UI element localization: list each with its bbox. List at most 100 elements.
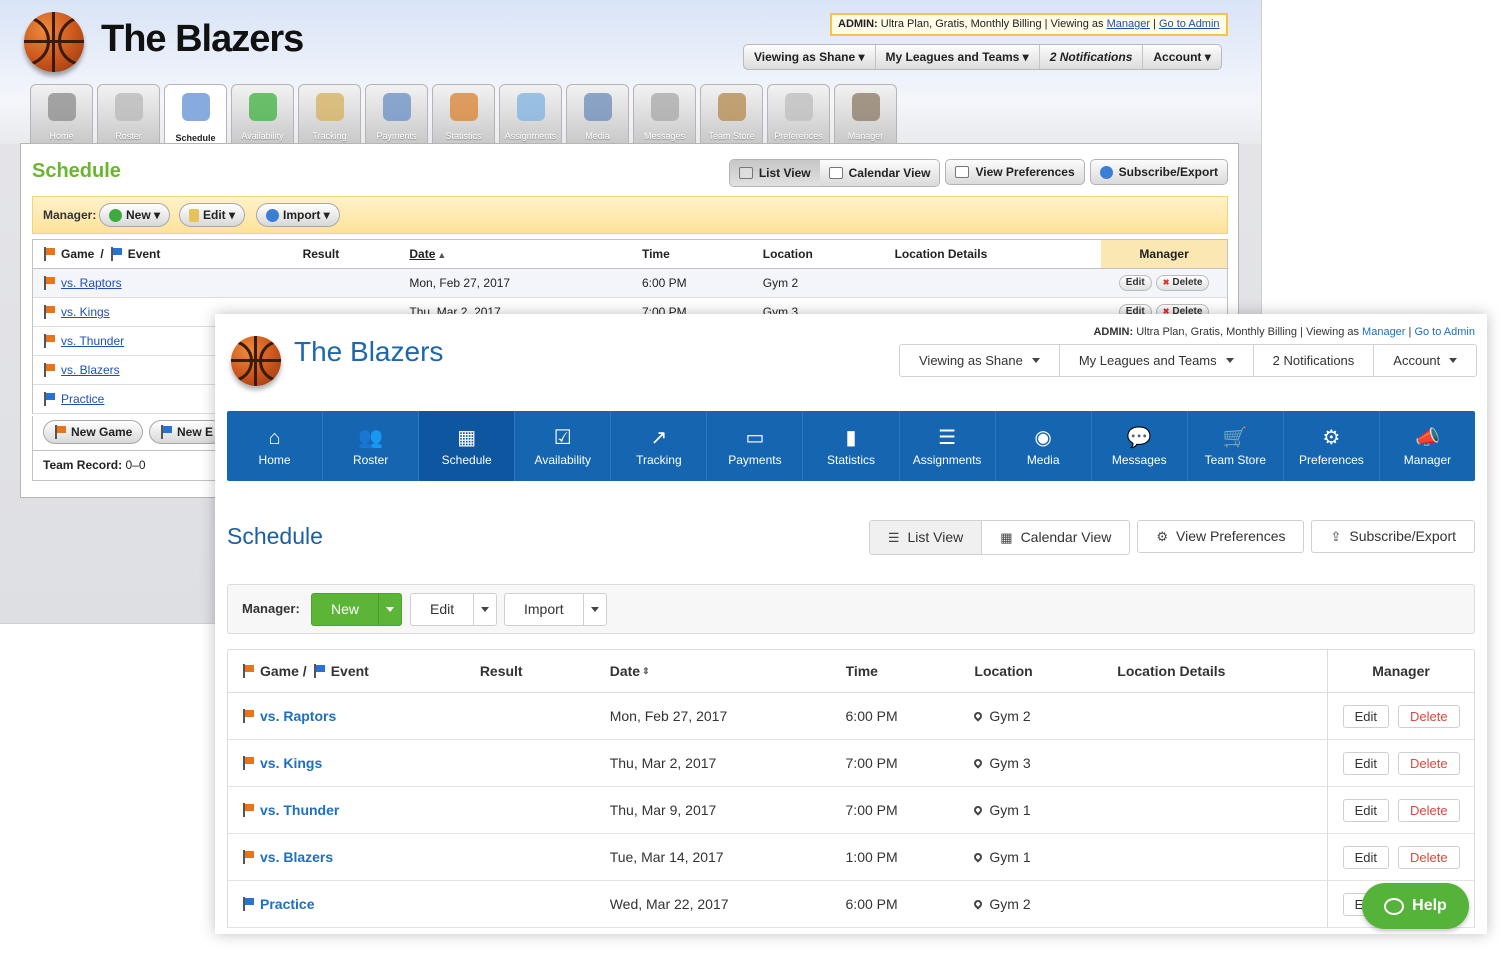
row-name-link[interactable]: vs. Kings (260, 755, 322, 771)
tab-manager[interactable]: Manager (834, 84, 897, 143)
nav-item-assignments[interactable]: ☰ Assignments (900, 411, 996, 481)
nav-item-label: Manager (1403, 453, 1452, 467)
tab-roster[interactable]: Roster (97, 84, 160, 143)
nav-item-roster[interactable]: 👥 Roster (323, 411, 420, 481)
row-name-link[interactable]: Practice (61, 385, 104, 413)
row-manager-cell: Edit Delete (1327, 740, 1474, 786)
row-delete-button[interactable]: Delete (1397, 704, 1460, 728)
row-name-link[interactable]: vs. Raptors (260, 708, 336, 724)
edit-button[interactable]: Edit (411, 594, 473, 625)
header-date[interactable]: Date ▲ (409, 240, 642, 268)
viewing-as-menu[interactable]: Viewing as Shane ▾ (744, 45, 876, 69)
row-delete-button[interactable]: ✖ Delete (1155, 275, 1210, 291)
go-to-admin-link[interactable]: Go to Admin (1414, 326, 1475, 338)
tab-statistics[interactable]: Statistics (432, 84, 495, 143)
help-button[interactable]: Help (1362, 883, 1469, 929)
tab-availability[interactable]: Availability (231, 84, 294, 143)
team-store-icon (718, 93, 746, 121)
account-menu[interactable]: Account ▾ (1143, 45, 1220, 69)
notifications-menu[interactable]: 2 Notifications (1040, 45, 1144, 69)
row-name-link[interactable]: vs. Blazers (61, 356, 120, 384)
event-flag-icon (160, 425, 172, 439)
tab-team-store[interactable]: Team Store (700, 84, 763, 143)
import-dropdown-toggle[interactable] (582, 594, 606, 625)
nav-item-home[interactable]: ⌂ Home (227, 411, 324, 481)
view-preferences-label: View Preferences (975, 165, 1075, 179)
new-dropdown-toggle[interactable] (378, 594, 401, 625)
calendar-view-label: Calendar View (1020, 529, 1112, 545)
nav-item-availability[interactable]: ☑ Availability (515, 411, 612, 481)
row-name-link[interactable]: vs. Thunder (260, 802, 339, 818)
calendar-view-button[interactable]: ▦ Calendar View (981, 521, 1130, 554)
row-edit-button[interactable]: Edit (1342, 845, 1389, 869)
account-menu[interactable]: Account (1374, 345, 1476, 376)
nav-item-team-store[interactable]: 🛒 Team Store (1188, 411, 1284, 481)
row-delete-button[interactable]: Delete (1397, 845, 1460, 869)
row-name-link[interactable]: vs. Raptors (61, 269, 122, 297)
map-pin-icon (974, 898, 985, 910)
nav-item-tracking[interactable]: ↗ Tracking (611, 411, 708, 481)
row-manager-cell: Edit Delete (1327, 693, 1474, 739)
edit-button[interactable]: Edit ▾ (179, 203, 246, 227)
import-button[interactable]: Import (505, 594, 583, 625)
edit-dropdown-toggle[interactable] (473, 594, 496, 625)
admin-manager-link[interactable]: Manager (1362, 326, 1405, 338)
view-buttons: List View Calendar View View Preferences… (728, 159, 1228, 187)
nav-item-schedule[interactable]: ▦ Schedule (419, 411, 516, 481)
calendar-view-button[interactable]: Calendar View (819, 160, 940, 186)
row-edit-button[interactable]: Edit (1118, 275, 1152, 291)
row-edit-button[interactable]: Edit (1342, 704, 1389, 728)
new-game-button[interactable]: New Game (43, 420, 144, 444)
admin-prefix: ADMIN: (1093, 326, 1134, 338)
row-location-details-cell (1117, 693, 1327, 739)
admin-manager-link[interactable]: Manager (1107, 18, 1150, 30)
edit-split-button[interactable]: Edit (410, 593, 498, 626)
row-name-link[interactable]: vs. Blazers (260, 849, 333, 865)
leagues-teams-menu[interactable]: My Leagues and Teams (1060, 345, 1254, 376)
tab-assignments[interactable]: Assignments (499, 84, 562, 143)
import-split-button[interactable]: Import (504, 593, 607, 626)
viewing-as-menu[interactable]: Viewing as Shane (900, 345, 1060, 376)
new-event-button[interactable]: New E (149, 420, 225, 444)
import-icon (266, 208, 279, 222)
header-date[interactable]: Date ⇕ (610, 650, 846, 692)
import-button[interactable]: Import ▾ (256, 203, 340, 227)
tab-messages[interactable]: Messages (633, 84, 696, 143)
list-view-button[interactable]: List View (729, 160, 820, 186)
subscribe-export-button[interactable]: Subscribe/Export (1089, 159, 1228, 185)
tab-home[interactable]: Home (30, 84, 93, 143)
row-edit-button[interactable]: Edit (1342, 751, 1389, 775)
nav-item-preferences[interactable]: ⚙ Preferences (1284, 411, 1380, 481)
new-split-button[interactable]: New (311, 593, 403, 626)
subscribe-export-button[interactable]: ⇪ Subscribe/Export (1311, 520, 1475, 553)
new-button[interactable]: New ▾ (99, 203, 171, 227)
tab-media[interactable]: Media (566, 84, 629, 143)
row-time-cell: 6:00 PM (845, 896, 898, 912)
row-name-link[interactable]: vs. Kings (61, 298, 110, 326)
nav-item-statistics[interactable]: ▮ Statistics (803, 411, 900, 481)
nav-item-payments[interactable]: ▭ Payments (707, 411, 804, 481)
nav-item-manager[interactable]: 📣 Manager (1380, 411, 1475, 481)
tab-payments[interactable]: Payments (365, 84, 428, 143)
header-result: Result (479, 663, 523, 679)
table-row: vs. Thunder Thu, Mar 9, 2017 7:00 PM Gym 1 E… (228, 787, 1474, 834)
nav-item-messages[interactable]: 💬 Messages (1092, 411, 1188, 481)
row-delete-button[interactable]: Delete (1397, 798, 1460, 822)
leagues-teams-menu[interactable]: My Leagues and Teams ▾ (876, 45, 1040, 69)
nav-item-media[interactable]: ◉ Media (996, 411, 1092, 481)
tab-label: Manager (847, 131, 884, 141)
notifications-menu[interactable]: 2 Notifications (1254, 345, 1375, 376)
row-edit-button[interactable]: Edit (1342, 798, 1389, 822)
row-delete-button[interactable]: Delete (1397, 751, 1460, 775)
tab-tracking[interactable]: Tracking (298, 84, 361, 143)
new-button[interactable]: New (312, 594, 378, 625)
view-preferences-button[interactable]: View Preferences (945, 159, 1085, 185)
tab-preferences[interactable]: Preferences (767, 84, 830, 143)
row-name-link[interactable]: vs. Thunder (61, 327, 124, 355)
team-record-label: Team Record: (43, 458, 123, 472)
tab-schedule[interactable]: Schedule (164, 84, 227, 145)
go-to-admin-link[interactable]: Go to Admin (1159, 18, 1220, 30)
view-preferences-button[interactable]: ⚙ View Preferences (1137, 520, 1305, 553)
list-view-button[interactable]: ☰ List View (869, 521, 982, 554)
row-name-link[interactable]: Practice (260, 896, 314, 912)
